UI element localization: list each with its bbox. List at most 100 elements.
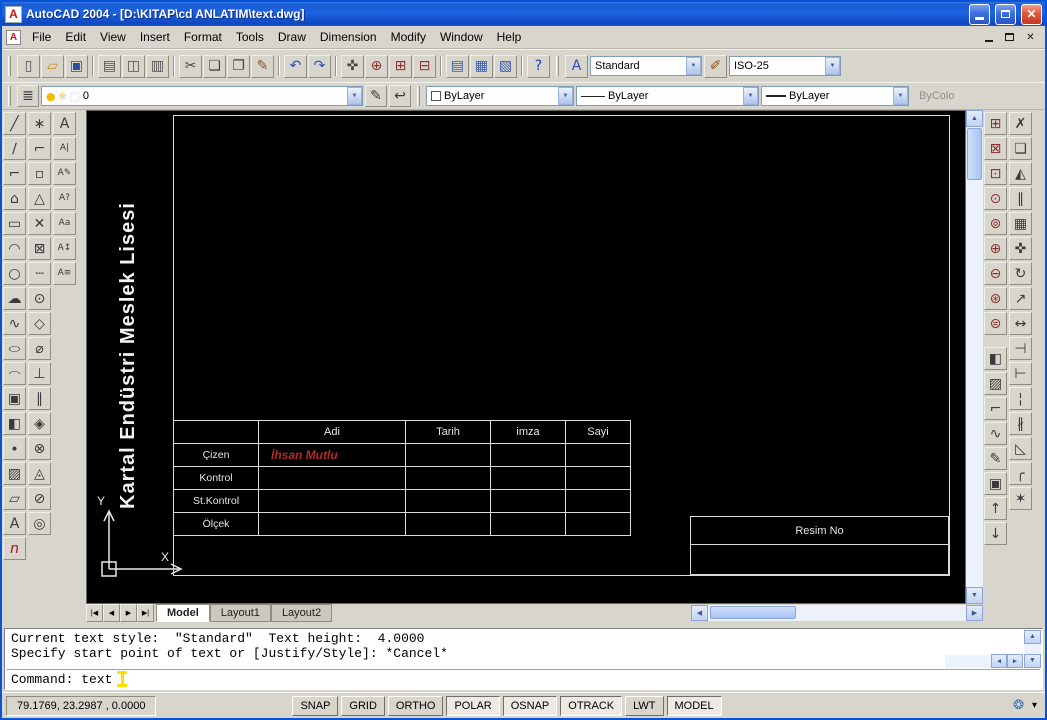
save-file-button[interactable]: ▣ bbox=[65, 54, 88, 78]
draworder-button[interactable]: ◧ bbox=[984, 347, 1007, 370]
zoom-in-button[interactable]: ⊕ bbox=[984, 237, 1007, 260]
scroll-right-button[interactable]: ▶ bbox=[1007, 654, 1023, 668]
layer-combo[interactable]: ● ☼ □ 0 ▼ bbox=[41, 86, 363, 106]
edit-hatch-button[interactable]: ▨ bbox=[984, 372, 1007, 395]
snap-endpoint-button[interactable]: ▫ bbox=[28, 162, 51, 185]
chamfer-button[interactable]: ◺ bbox=[1009, 437, 1032, 460]
snap-insert-button[interactable]: ◈ bbox=[28, 412, 51, 435]
command-horizontal-scrollbar[interactable]: ◀ ▶ bbox=[945, 654, 1023, 668]
status-grid-button[interactable]: GRID bbox=[341, 695, 385, 716]
zoom-window-button[interactable]: ⊞ bbox=[389, 54, 412, 78]
tab-model[interactable]: Model bbox=[156, 604, 210, 622]
layers-manager-button[interactable]: ≣ bbox=[17, 85, 39, 107]
fillet-button[interactable]: ╭ bbox=[1009, 462, 1032, 485]
status-ortho-button[interactable]: ORTHO bbox=[387, 695, 444, 716]
ellipse-button[interactable]: ○ bbox=[3, 337, 26, 360]
edit-attribute-button[interactable]: ▣ bbox=[984, 472, 1007, 495]
single-line-text-button[interactable]: A| bbox=[53, 137, 76, 160]
snap-intersection-button[interactable]: ✕ bbox=[28, 212, 51, 235]
mdi-close-button[interactable]: ✕ bbox=[1022, 30, 1039, 45]
status-model-button[interactable]: MODEL bbox=[666, 695, 722, 716]
toolbar-grip[interactable] bbox=[556, 56, 559, 76]
tab-layout2[interactable]: Layout2 bbox=[270, 604, 333, 622]
zoom-realtime-button[interactable]: ⊕ bbox=[365, 54, 388, 78]
properties-button[interactable]: ▤ bbox=[446, 54, 469, 78]
menu-format[interactable]: Format bbox=[177, 27, 229, 47]
next-tab-button[interactable]: ▶ bbox=[120, 604, 137, 622]
text-style-combo[interactable]: Standard ▼ bbox=[590, 56, 702, 76]
zoom-dynamic-button[interactable]: ⊠ bbox=[984, 137, 1007, 160]
scroll-down-button[interactable]: ▼ bbox=[966, 587, 983, 604]
zoom-object-button[interactable]: ⊚ bbox=[984, 212, 1007, 235]
open-file-button[interactable]: ▱ bbox=[41, 54, 64, 78]
snap-perpendicular-button[interactable]: ⊥ bbox=[28, 362, 51, 385]
dim-style-combo[interactable]: ISO-25 ▼ bbox=[729, 56, 841, 76]
rectangle-button[interactable]: ▭ bbox=[3, 212, 26, 235]
tab-layout1[interactable]: Layout1 bbox=[209, 604, 271, 622]
ellipse-arc-button[interactable]: ◠ bbox=[3, 362, 26, 385]
mirror-button[interactable]: ◭ bbox=[1009, 162, 1032, 185]
cut-button[interactable]: ✂ bbox=[179, 54, 202, 78]
chevron-down-icon[interactable]: ▼ bbox=[686, 57, 701, 75]
red-n-button[interactable]: n bbox=[3, 537, 26, 560]
text-style-manager-button[interactable]: A bbox=[565, 54, 588, 78]
scroll-up-button[interactable]: ▲ bbox=[1024, 630, 1041, 644]
help-button[interactable]: ? bbox=[527, 54, 550, 78]
tool-palettes-button[interactable]: ▧ bbox=[494, 54, 517, 78]
restore-button[interactable] bbox=[995, 3, 1016, 25]
multiline-text-button[interactable]: A bbox=[53, 112, 76, 135]
offset-button[interactable]: ∥ bbox=[1009, 187, 1032, 210]
menu-view[interactable]: View bbox=[93, 27, 133, 47]
publish-button[interactable]: ▥ bbox=[146, 54, 169, 78]
canvas-horizontal-scrollbar[interactable]: ◀ ▶ bbox=[691, 604, 983, 622]
close-button[interactable]: ✕ bbox=[1021, 3, 1042, 25]
construction-line-button[interactable]: ∕ bbox=[3, 137, 26, 160]
explode-button[interactable]: ✶ bbox=[1009, 487, 1032, 510]
plot-style-combo[interactable]: ByColo bbox=[919, 90, 971, 102]
status-polar-button[interactable]: POLAR bbox=[446, 695, 500, 716]
menu-window[interactable]: Window bbox=[433, 27, 490, 47]
rotate-button[interactable]: ↻ bbox=[1009, 262, 1032, 285]
horizontal-scrollbar-thumb[interactable] bbox=[710, 606, 796, 619]
osnap-settings-button[interactable]: ◎ bbox=[28, 512, 51, 535]
plot-button[interactable]: ▤ bbox=[98, 54, 121, 78]
scroll-down-button[interactable]: ▼ bbox=[1024, 654, 1041, 668]
mdi-restore-button[interactable] bbox=[1001, 30, 1018, 45]
status-menu-arrow-icon[interactable]: ▾ bbox=[1028, 700, 1041, 711]
break-button[interactable]: ∦ bbox=[1009, 412, 1032, 435]
copy-button[interactable]: ❏ bbox=[203, 54, 226, 78]
temporary-track-point-button[interactable]: ∗ bbox=[28, 112, 51, 135]
zoom-previous-button[interactable]: ⊟ bbox=[413, 54, 436, 78]
snap-center-button[interactable]: ⊙ bbox=[28, 287, 51, 310]
menu-modify[interactable]: Modify bbox=[384, 27, 433, 47]
lineweight-combo[interactable]: ByLayer ▼ bbox=[761, 86, 909, 106]
edit-polyline-button[interactable]: ⌐ bbox=[984, 397, 1007, 420]
status-otrack-button[interactable]: OTRACK bbox=[560, 695, 623, 716]
zoom-center-button[interactable]: ⊙ bbox=[984, 187, 1007, 210]
region-button[interactable]: ▱ bbox=[3, 487, 26, 510]
make-objects-layer-current-button[interactable]: ✎ bbox=[365, 85, 387, 107]
zoom-all-button[interactable]: ⊛ bbox=[984, 287, 1007, 310]
scroll-left-button[interactable]: ◀ bbox=[691, 605, 708, 621]
first-tab-button[interactable]: |◀ bbox=[86, 604, 103, 622]
text-style-button[interactable]: Aa bbox=[53, 212, 76, 235]
chevron-down-icon[interactable]: ▼ bbox=[893, 87, 908, 105]
canvas-vertical-scrollbar[interactable]: ▲ ▼ bbox=[966, 110, 983, 604]
undo-button[interactable]: ↶ bbox=[284, 54, 307, 78]
revision-cloud-button[interactable]: ☁ bbox=[3, 287, 26, 310]
scroll-right-button[interactable]: ▶ bbox=[966, 605, 983, 621]
menu-dimension[interactable]: Dimension bbox=[313, 27, 384, 47]
zoom-extents-button[interactable]: ⊜ bbox=[984, 312, 1007, 335]
menu-insert[interactable]: Insert bbox=[133, 27, 177, 47]
command-input-line[interactable]: Command: text bbox=[7, 669, 1040, 688]
scroll-left-button[interactable]: ◀ bbox=[991, 654, 1007, 668]
arc-button[interactable]: ◠ bbox=[3, 237, 26, 260]
polygon-button[interactable]: ⌂ bbox=[3, 187, 26, 210]
prev-tab-button[interactable]: ◀ bbox=[103, 604, 120, 622]
pan-realtime-button[interactable]: ✜ bbox=[341, 54, 364, 78]
command-history[interactable]: Current text style: "Standard" Text heig… bbox=[7, 630, 1022, 667]
find-replace-button[interactable]: A? bbox=[53, 187, 76, 210]
move-button[interactable]: ✜ bbox=[1009, 237, 1032, 260]
edit-text-button[interactable]: ✎ bbox=[984, 447, 1007, 470]
menu-help[interactable]: Help bbox=[490, 27, 529, 47]
